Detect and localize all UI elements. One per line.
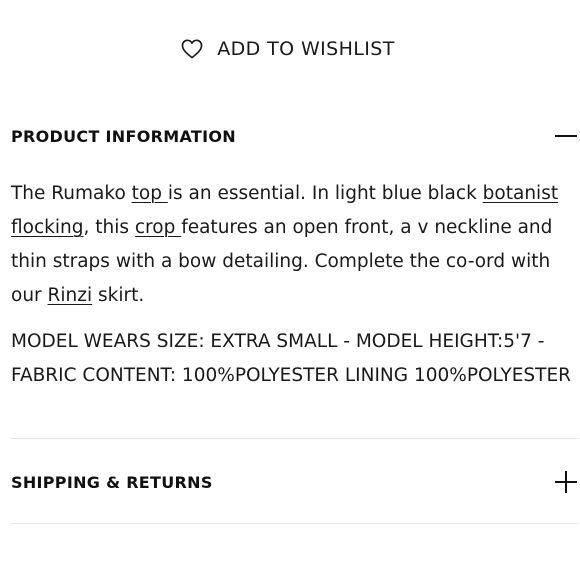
heart-outline-icon: [181, 39, 203, 59]
section-divider: [11, 438, 579, 439]
product-information-title: PRODUCT INFORMATION: [11, 126, 236, 146]
link-rinzi[interactable]: Rinzi: [48, 285, 93, 306]
section-divider: [11, 523, 579, 524]
product-information-header[interactable]: PRODUCT INFORMATION: [11, 122, 579, 150]
product-description: The Rumako top is an essential. In light…: [11, 177, 576, 313]
description-text: , this: [83, 217, 135, 238]
shipping-returns-title: SHIPPING & RETURNS: [11, 472, 213, 492]
plus-icon[interactable]: [553, 469, 579, 495]
minus-icon[interactable]: [553, 123, 579, 149]
add-to-wishlist-button[interactable]: ADD TO WISHLIST: [0, 34, 580, 64]
shipping-returns-header[interactable]: SHIPPING & RETURNS: [11, 468, 579, 496]
add-to-wishlist-label: ADD TO WISHLIST: [217, 38, 395, 60]
description-text: The Rumako: [11, 183, 132, 204]
link-top[interactable]: top: [132, 183, 168, 204]
product-specs: MODEL WEARS SIZE: EXTRA SMALL - MODEL HE…: [11, 331, 571, 386]
link-crop[interactable]: crop: [135, 217, 181, 238]
description-text: is an essential. In light blue black: [167, 183, 483, 204]
description-text: skirt.: [92, 285, 145, 306]
